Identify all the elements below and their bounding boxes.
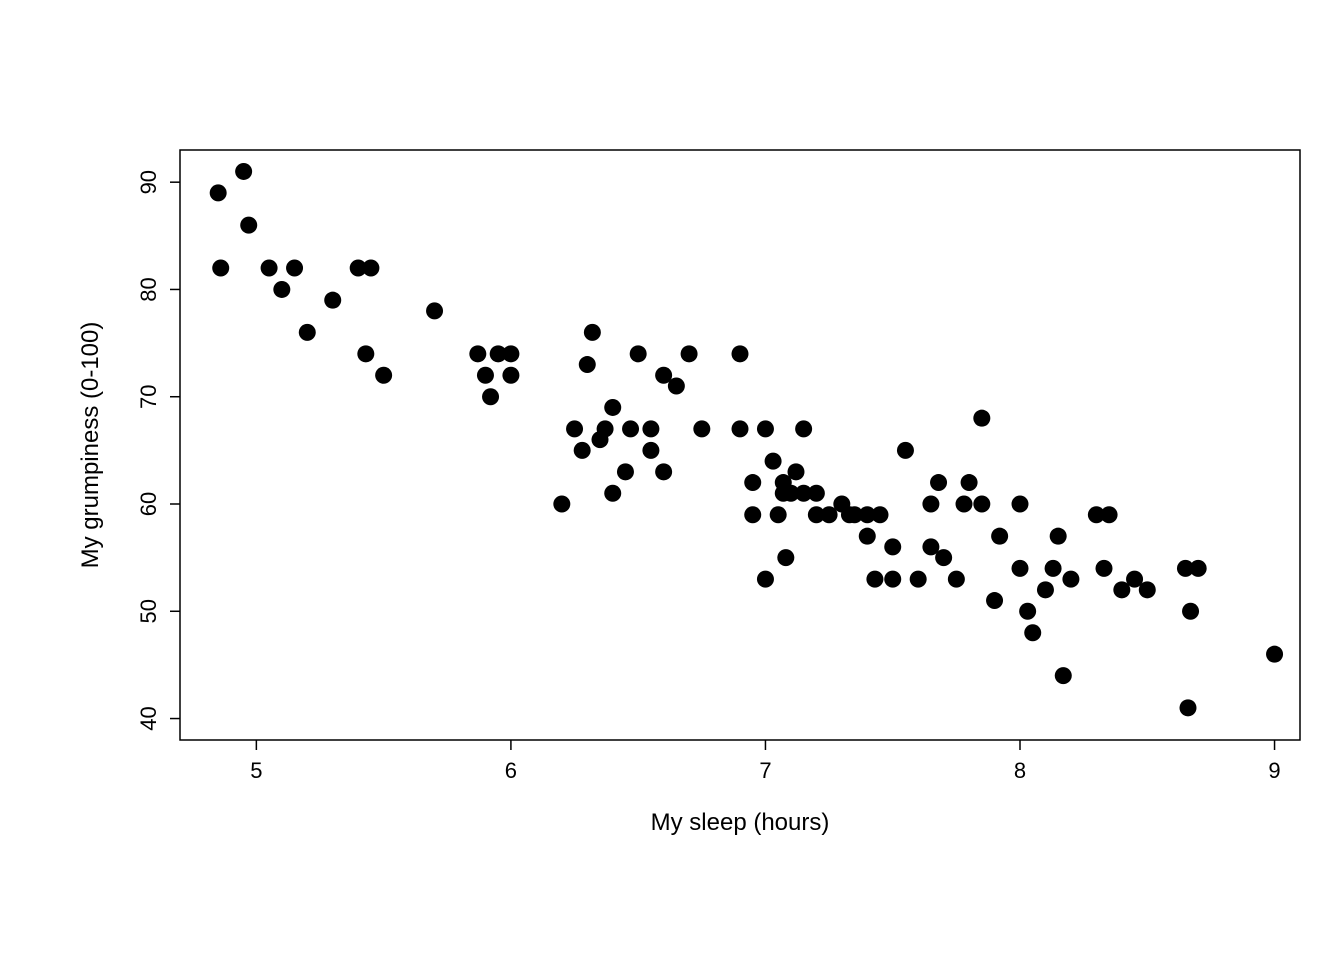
data-point (866, 571, 883, 588)
data-point (910, 571, 927, 588)
data-point (765, 453, 782, 470)
data-point (579, 356, 596, 373)
data-point (1012, 496, 1029, 513)
data-point (668, 378, 685, 395)
data-point (922, 496, 939, 513)
x-tick-label: 9 (1268, 758, 1280, 783)
data-point (930, 474, 947, 491)
data-point (584, 324, 601, 341)
data-point (469, 345, 486, 362)
y-tick-label: 40 (136, 706, 161, 730)
data-point (884, 571, 901, 588)
data-point (757, 420, 774, 437)
data-point (566, 420, 583, 437)
data-point (426, 302, 443, 319)
data-point (482, 388, 499, 405)
data-point (299, 324, 316, 341)
y-tick-label: 50 (136, 599, 161, 623)
data-point (1062, 571, 1079, 588)
data-point (1182, 603, 1199, 620)
data-point (991, 528, 1008, 545)
data-point (261, 260, 278, 277)
data-point (744, 506, 761, 523)
data-point (884, 538, 901, 555)
data-point (973, 410, 990, 427)
data-point (732, 345, 749, 362)
data-point (617, 463, 634, 480)
data-point (795, 420, 812, 437)
y-tick-label: 90 (136, 170, 161, 194)
data-point (604, 399, 621, 416)
data-point (502, 345, 519, 362)
data-point (1101, 506, 1118, 523)
data-point (604, 485, 621, 502)
data-point (1190, 560, 1207, 577)
data-point (1139, 581, 1156, 598)
data-point (240, 217, 257, 234)
y-axis-label: My grumpiness (0-100) (77, 322, 104, 569)
data-point (757, 571, 774, 588)
y-tick-label: 80 (136, 277, 161, 301)
y-tick-label: 70 (136, 384, 161, 408)
data-point (744, 474, 761, 491)
data-point (375, 367, 392, 384)
data-point (574, 442, 591, 459)
scatter-chart: 5 6 7 8 9 40 50 60 70 80 90 My sleep (hours) My grum… (0, 0, 1344, 960)
data-point (777, 549, 794, 566)
data-point (770, 506, 787, 523)
data-point (655, 463, 672, 480)
data-point (1024, 624, 1041, 641)
data-point (477, 367, 494, 384)
chart-svg: 5 6 7 8 9 40 50 60 70 80 90 My sleep (hours) My grum… (0, 0, 1344, 960)
data-point (597, 420, 614, 437)
y-tick-label: 60 (136, 492, 161, 516)
data-point (948, 571, 965, 588)
data-point (897, 442, 914, 459)
data-point (1096, 560, 1113, 577)
data-point (956, 496, 973, 513)
data-point (362, 260, 379, 277)
data-point (681, 345, 698, 362)
x-tick-label: 7 (759, 758, 771, 783)
data-point (1050, 528, 1067, 545)
data-point (1019, 603, 1036, 620)
data-point (357, 345, 374, 362)
data-point (210, 184, 227, 201)
data-point (1037, 581, 1054, 598)
data-point (935, 549, 952, 566)
data-point (961, 474, 978, 491)
x-tick-label: 8 (1014, 758, 1026, 783)
x-axis-label: My sleep (hours) (651, 809, 830, 836)
data-point (502, 367, 519, 384)
data-point (973, 496, 990, 513)
data-point (732, 420, 749, 437)
data-point (622, 420, 639, 437)
x-tick-label: 5 (250, 758, 262, 783)
data-point (273, 281, 290, 298)
data-point (286, 260, 303, 277)
data-point (630, 345, 647, 362)
data-point (693, 420, 710, 437)
data-point (1180, 699, 1197, 716)
data-point (324, 292, 341, 309)
data-point (788, 463, 805, 480)
data-point (642, 420, 659, 437)
data-point (808, 485, 825, 502)
data-point (642, 442, 659, 459)
data-point (1012, 560, 1029, 577)
x-tick-label: 6 (505, 758, 517, 783)
data-point (986, 592, 1003, 609)
data-point (553, 496, 570, 513)
data-point (872, 506, 889, 523)
data-point (235, 163, 252, 180)
data-point (1266, 646, 1283, 663)
data-point (859, 528, 876, 545)
data-point (1045, 560, 1062, 577)
data-point (1055, 667, 1072, 684)
data-point (212, 260, 229, 277)
plot-frame (180, 150, 1300, 740)
